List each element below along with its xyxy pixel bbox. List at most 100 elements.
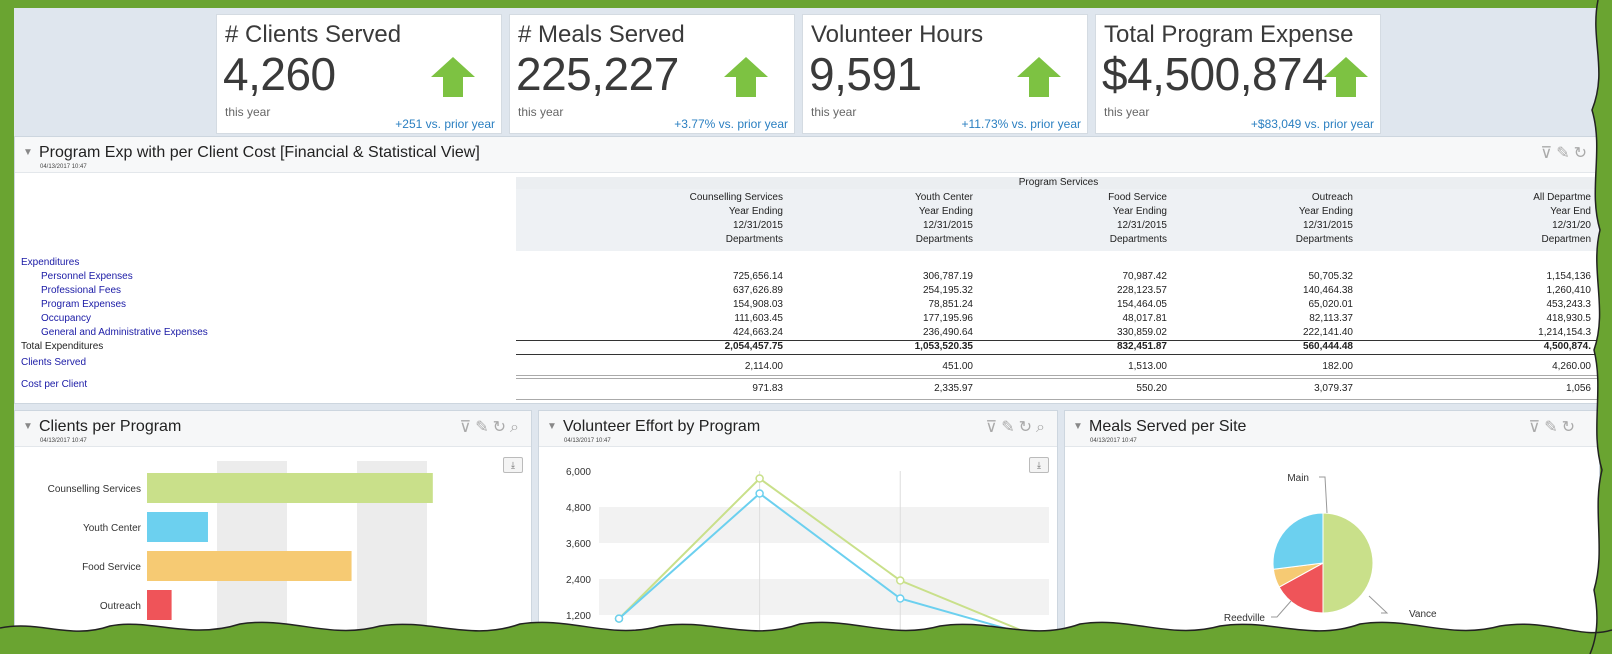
- panel-date: 04/13/2017 10:47: [564, 438, 611, 444]
- volunteer-line-chart: 6,0004,8003,6002,4001,200Youth Center: [566, 467, 1049, 648]
- row-label[interactable]: Professional Fees: [41, 285, 121, 296]
- collapse-icon[interactable]: ▼: [23, 147, 33, 158]
- refresh-icon[interactable]: ↻: [1019, 419, 1036, 436]
- panel-title: Volunteer Effort by Program: [563, 418, 761, 435]
- meals-per-site-panel: ▼ Meals Served per Site 04/13/2017 10:47…: [1064, 410, 1600, 648]
- kpi-value: 9,591: [809, 48, 922, 100]
- dashboard: # Clients Served 4,260 this year +251 vs…: [14, 8, 1600, 648]
- refresh-icon[interactable]: ↻: [493, 419, 510, 436]
- data-point: [614, 614, 624, 623]
- table-cell: 451.00: [942, 361, 973, 372]
- table-cell: 453,243.3: [1546, 299, 1592, 310]
- table-cell: 3,079.37: [1314, 383, 1353, 394]
- panel-header: ▼ Program Exp with per Client Cost [Fina…: [15, 137, 1599, 173]
- zoom-icon[interactable]: ⌕: [1036, 419, 1049, 436]
- edit-icon[interactable]: ✎: [1001, 419, 1018, 436]
- column-header: Counselling Services Year Ending 12/31/201…: [689, 192, 783, 245]
- zoom-icon[interactable]: ⌕: [510, 419, 523, 436]
- divider: [516, 378, 1599, 379]
- table-cell: 1,214,154.3: [1538, 327, 1591, 338]
- table-cell: 1,056: [1565, 383, 1591, 394]
- table-cell: 330,859.02: [1116, 327, 1167, 338]
- panel-toolbar: ⊽✎↻: [1540, 143, 1591, 163]
- clients-bar-chart: Counselling Services Youth Center Food Ser…: [48, 461, 433, 648]
- slice-label: Main: [1287, 473, 1309, 484]
- table-cell: 2,114.00: [744, 361, 783, 372]
- section-label[interactable]: Expenditures: [21, 257, 79, 268]
- table-cell: 111,603.45: [734, 313, 783, 324]
- table-cell: 228,123.57: [1116, 285, 1167, 296]
- table-cell: 4,260.00: [1552, 361, 1591, 372]
- kpi-change: +11.73% vs. prior year: [961, 117, 1081, 131]
- table-cell: 222,141.40: [1302, 327, 1353, 338]
- kpi-value: 225,227: [516, 48, 679, 100]
- kpi-clients-served[interactable]: # Clients Served 4,260 this year +251 vs…: [216, 14, 502, 134]
- up-arrow-icon: [724, 57, 768, 97]
- meals-pie-chart: Main Vance Reedville: [1224, 473, 1437, 624]
- table-cell: 424,663.24: [732, 327, 783, 338]
- row-label[interactable]: Occupancy: [41, 313, 91, 324]
- column-header: All Departme Year End 12/31/20 Departmen: [1533, 192, 1591, 245]
- y-tick-label: 6,000: [566, 467, 591, 478]
- filter-icon[interactable]: ⊽: [460, 419, 476, 436]
- data-point: [896, 594, 905, 603]
- collapse-icon[interactable]: ▼: [23, 421, 33, 432]
- row-label[interactable]: General and Administrative Expenses: [41, 327, 208, 338]
- edit-icon[interactable]: ✎: [475, 419, 492, 436]
- y-tick-label: 4,800: [566, 503, 591, 514]
- filter-icon[interactable]: ⊽: [1540, 145, 1556, 162]
- table-cell: 1,053,520.35: [914, 341, 973, 352]
- edit-icon[interactable]: ✎: [1544, 419, 1561, 436]
- divider: [516, 399, 1599, 400]
- kpi-value: 4,260: [223, 48, 336, 100]
- panel-header: ▼ Volunteer Effort by Program 04/13/2017…: [539, 411, 1057, 447]
- kpi-title: # Meals Served: [518, 21, 685, 48]
- table-cell: 48,017.81: [1122, 313, 1168, 324]
- category-label: Outreach: [100, 601, 141, 612]
- pie-slice: [1272, 512, 1324, 570]
- volunteer-effort-panel: ▼ Volunteer Effort by Program 04/13/2017…: [538, 410, 1058, 648]
- collapse-icon[interactable]: ▼: [1073, 421, 1083, 432]
- table-cell: 971.83: [752, 383, 783, 394]
- row-label[interactable]: Clients Served: [21, 357, 86, 368]
- table-cell: 254,195.32: [922, 285, 973, 296]
- program-expense-panel: ▼ Program Exp with per Client Cost [Fina…: [14, 136, 1600, 404]
- kpi-volunteer-hours[interactable]: Volunteer Hours 9,591 this year +11.73% …: [802, 14, 1088, 134]
- kpi-meals-served[interactable]: # Meals Served 225,227 this year +3.77% …: [509, 14, 795, 134]
- table-cell: 1,260,410: [1546, 285, 1592, 296]
- edit-icon[interactable]: ✎: [1556, 145, 1573, 162]
- row-label[interactable]: Personnel Expenses: [41, 271, 133, 282]
- table-cell: 1,154,136: [1546, 271, 1592, 282]
- kpi-total-program-expense[interactable]: Total Program Expense $4,500,874 this ye…: [1095, 14, 1381, 134]
- bar: [147, 512, 208, 542]
- up-arrow-icon: [1324, 57, 1368, 97]
- category-label: Food Service: [82, 562, 141, 573]
- data-point: [896, 576, 905, 585]
- panel-toolbar: ⊽✎↻: [1528, 417, 1579, 437]
- kpi-change: +3.77% vs. prior year: [674, 117, 788, 131]
- refresh-icon[interactable]: ↻: [1574, 145, 1591, 162]
- table-cell: 560,444.48: [1302, 341, 1353, 352]
- slice-label: Reedville: [1224, 613, 1266, 624]
- panel-toolbar: ⊽✎↻⌕: [460, 417, 524, 437]
- collapse-icon[interactable]: ▼: [547, 421, 557, 432]
- row-label[interactable]: Program Expenses: [41, 299, 126, 310]
- panel-header: ▼ Clients per Program 04/13/2017 10:47 ⊽…: [15, 411, 531, 447]
- table-cell: 140,464.38: [1302, 285, 1353, 296]
- filter-icon[interactable]: ⊽: [1528, 419, 1544, 436]
- data-point: [755, 489, 764, 498]
- table-cell: 236,490.64: [922, 327, 973, 338]
- divider: [516, 375, 1599, 376]
- panel-date: 04/13/2017 10:47: [40, 164, 87, 170]
- table-cell: 82,113.37: [1309, 313, 1353, 324]
- table-cell: 1,513.00: [1128, 361, 1167, 372]
- bar: [147, 551, 352, 581]
- refresh-icon[interactable]: ↻: [1562, 419, 1579, 436]
- table-cell: 154,908.03: [732, 299, 783, 310]
- filter-icon[interactable]: ⊽: [986, 419, 1002, 436]
- row-label[interactable]: Cost per Client: [21, 379, 87, 390]
- column-header: Food Service Year Ending 12/31/2015 Departm…: [1108, 192, 1167, 245]
- table-cell: 832,451.87: [1116, 341, 1167, 352]
- panel-title: Meals Served per Site: [1089, 418, 1247, 435]
- clients-per-program-panel: ▼ Clients per Program 04/13/2017 10:47 ⊽…: [14, 410, 532, 648]
